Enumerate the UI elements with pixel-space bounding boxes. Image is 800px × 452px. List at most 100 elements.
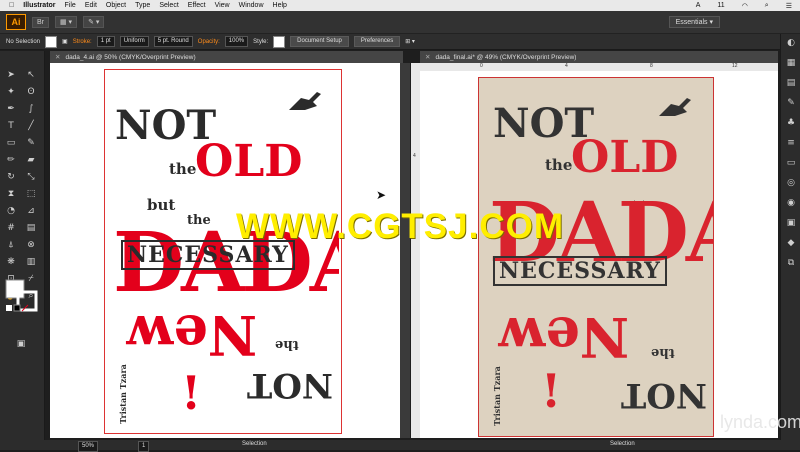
adobe-icon[interactable]: A [696,2,701,10]
appearance-icon[interactable]: ◉ [784,197,798,210]
tools-panel: ➤ ↖ ✦ ʘ ✒ ∫ T ╱ ▭ ✎ ✏ ▰ ↻ ⤡ ⧗ ⬚ ◔ ⊿ # ▤ … [0,51,45,440]
menu-select[interactable]: Select [159,2,178,9]
blend-tool-icon[interactable]: ⊗ [24,239,38,252]
symbol-sprayer-tool-icon[interactable]: ❋ [4,256,18,269]
color-panel-icon[interactable]: ◐ [784,37,798,50]
pencil-tool-icon[interactable]: ✏ [4,154,18,167]
status-text-left[interactable]: Selection [242,441,267,447]
brushes-icon[interactable]: ✎ [784,97,798,110]
close-icon[interactable]: ✕ [425,53,430,61]
screen-mode-icon[interactable]: ▣ [14,338,28,351]
list-icon[interactable]: ☰ [786,2,792,10]
layers-icon[interactable]: ◆ [784,237,798,250]
scale-tool-icon[interactable]: ⤡ [24,171,38,184]
eraser-tool-icon[interactable]: ▰ [24,154,38,167]
width-tool-icon[interactable]: ⧗ [4,188,18,201]
line-tool-icon[interactable]: ╱ [24,120,38,133]
doc-tab-right[interactable]: ✕ dada_final.ai* @ 49% (CMYK/Overprint P… [420,51,778,63]
document-setup-button[interactable]: Document Setup [290,36,349,47]
mesh-tool-icon[interactable]: # [4,222,18,235]
brush-options-button[interactable]: ✎ ▾ [83,16,105,28]
poster-text-the: the [545,156,573,174]
menu-help[interactable]: Help [273,2,287,9]
perspective-grid-tool-icon[interactable]: ⊿ [24,205,38,218]
mouse-cursor-icon: ➤ [376,188,387,202]
symbols-icon[interactable]: ♣ [784,117,798,130]
eyedropper-tool-icon[interactable]: ⍋ [4,239,18,252]
ruler-tick: 8 [650,63,653,69]
close-icon[interactable]: ✕ [55,53,60,61]
artboard-select[interactable]: 1 [138,441,150,452]
poster-text-author: Tristan Tzara [491,366,502,426]
status-text-right[interactable]: Selection [610,441,635,447]
graph-tool-icon[interactable]: ▥ [24,256,38,269]
menu-effect[interactable]: Effect [188,2,206,9]
color-guide-icon[interactable]: ▦ [784,57,798,70]
lynda-logo: lynda.com [720,412,800,432]
poster-text-not-2: NOT [621,375,707,415]
gradient-panel-icon[interactable]: ▭ [784,157,798,170]
shape-builder-tool-icon[interactable]: ◔ [4,205,18,218]
direct-selection-tool-icon[interactable]: ↖ [24,69,38,82]
selection-tool-icon[interactable]: ➤ [4,69,18,82]
type-tool-icon[interactable]: T [4,120,18,133]
poster-text-new: New [499,305,630,369]
artboard-right: NOT the OLD but DADA NECESSARY New the N… [478,77,714,437]
doc-tab-right-label: dada_final.ai* @ 49% (CMYK/Overprint Pre… [435,53,577,61]
free-transform-tool-icon[interactable]: ⬚ [24,188,38,201]
swatches-icon[interactable]: ▤ [784,77,798,90]
ruler-tick: 4 [413,153,416,159]
menubar-status: A 11 ◠ ⌕ ☰ [687,2,792,10]
style-swatch[interactable] [273,35,286,48]
menu-window[interactable]: Window [239,2,264,9]
curvature-tool-icon[interactable]: ∫ [24,103,38,116]
stroke-label[interactable]: Stroke: [73,39,92,45]
zoom-select[interactable]: 50% [78,441,99,452]
doc-tab-left[interactable]: ✕ dada_4.ai @ 50% (CMYK/Overprint Previe… [50,51,403,63]
workspace-label: Essentials [675,19,708,26]
ruler-tick: 4 [565,63,568,69]
stroke-swatch[interactable]: ▣ [62,38,68,45]
paintbrush-tool-icon[interactable]: ✎ [24,137,38,150]
search-icon[interactable]: ⌕ [765,2,769,10]
preferences-button[interactable]: Preferences [353,36,401,47]
menu-view[interactable]: View [215,2,230,9]
rotate-tool-icon[interactable]: ↻ [4,171,18,184]
opacity-label[interactable]: Opacity: [198,39,220,45]
poster-text-the-3: the [651,345,675,360]
fill-stroke-icon[interactable] [4,278,40,312]
stroke-weight-field[interactable]: 1 pt [96,36,115,47]
brush-select[interactable]: 5 pt. Round [153,36,193,47]
poster-text-necessary: NECESSARY [493,256,667,286]
app-menu[interactable]: Illustrator [23,2,55,9]
poster-text-the-3: the [275,337,299,352]
artboards-icon[interactable]: ⧉ [784,257,798,270]
menu-type[interactable]: Type [135,2,150,9]
poster-text-author: Tristan Tzara [117,364,128,424]
align-icon[interactable]: ⊞ ▾ [405,38,415,45]
panel-dock: ◐ ▦ ▤ ✎ ♣ ≡ ▭ ◎ ◉ ▣ ◆ ⧉ [780,34,800,440]
lasso-tool-icon[interactable]: ʘ [24,86,38,99]
illustrator-logo: Ai [6,14,26,30]
app-bar: Ai Br ▦ ▾ ✎ ▾ Essentials ▾ [0,11,800,34]
stroke-panel-icon[interactable]: ≡ [784,137,798,150]
rectangle-tool-icon[interactable]: ▭ [4,137,18,150]
transparency-icon[interactable]: ◎ [784,177,798,190]
horizontal-ruler[interactable]: 0 4 8 12 [420,63,778,71]
apple-icon[interactable]:  [9,2,14,9]
wifi-icon[interactable]: ◠ [742,2,748,10]
pen-tool-icon[interactable]: ✒ [4,103,18,116]
workspace-switcher[interactable]: Essentials ▾ [668,16,720,28]
menu-object[interactable]: Object [106,2,126,9]
bridge-button[interactable]: Br [32,16,49,28]
magic-wand-tool-icon[interactable]: ✦ [4,86,18,99]
gradient-tool-icon[interactable]: ▤ [24,222,38,235]
graphic-styles-icon[interactable]: ▣ [784,217,798,230]
menu-file[interactable]: File [65,2,76,9]
opacity-field[interactable]: 100% [224,36,249,47]
watermark-text: WWW.CGTSJ.COM [236,207,564,246]
variable-width-select[interactable]: Uniform [119,36,149,47]
menu-edit[interactable]: Edit [85,2,97,9]
fill-swatch[interactable] [45,35,58,48]
arrange-documents-button[interactable]: ▦ ▾ [55,16,78,28]
